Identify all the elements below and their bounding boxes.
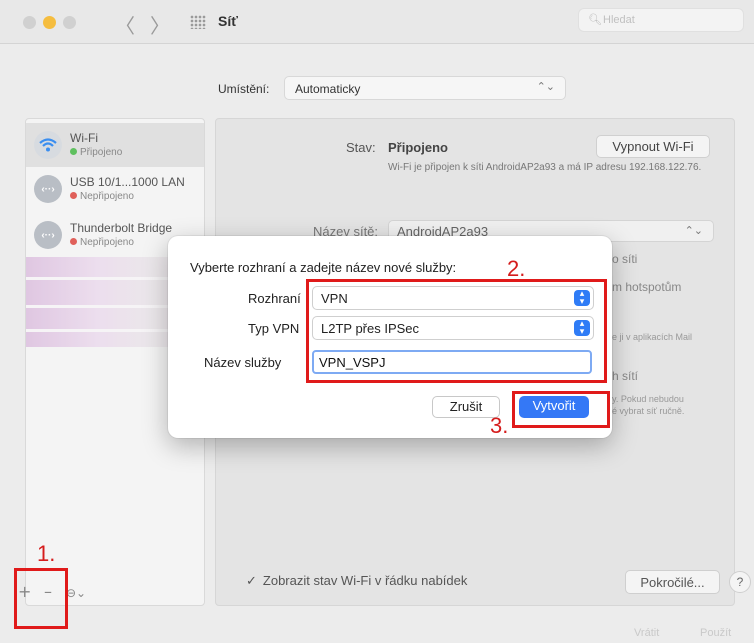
sidebar-item-wifi[interactable]: Wi-Fi Připojeno: [26, 123, 204, 167]
status-dot-icon: [70, 192, 77, 199]
side-text: h sítí: [612, 369, 639, 383]
search-input[interactable]: 🔍︎ Hledat: [578, 8, 744, 32]
sidebar-item-usb-lan[interactable]: ‹··› USB 10/1...1000 LAN Nepřipojeno: [26, 167, 204, 211]
checkmark-icon: ✓: [246, 574, 257, 589]
ethernet-icon: ‹··›: [34, 221, 62, 249]
side-text: é vybrat síť ručně.: [612, 406, 685, 416]
step-1-highlight: [14, 568, 68, 629]
status-label: Stav:: [346, 140, 376, 155]
side-text: y. Pokud nebudou: [612, 394, 684, 404]
show-all-grid-icon[interactable]: [190, 15, 206, 29]
close-window-button[interactable]: [23, 16, 36, 29]
side-text: m hotspotům: [612, 280, 682, 294]
sidebar-item-status: Připojeno: [70, 147, 122, 158]
search-placeholder: Hledat: [603, 14, 635, 26]
turn-off-wifi-button[interactable]: Vypnout Wi-Fi: [596, 135, 710, 158]
interface-label: Rozhraní: [248, 291, 301, 306]
window-title: Síť: [218, 13, 238, 29]
step-2-highlight: [306, 279, 607, 383]
step-1-annotation: 1.: [37, 541, 56, 566]
forward-button[interactable]: 〉: [150, 10, 170, 39]
service-name-label: Název služby: [204, 355, 282, 370]
chevron-updown-icon: ⌃⌄: [536, 81, 555, 93]
sidebar-item-label: USB 10/1...1000 LAN: [70, 175, 185, 189]
status-dot-icon: [70, 238, 77, 245]
side-text: o síti: [612, 252, 638, 266]
wifi-icon: [34, 131, 62, 159]
maximize-window-button[interactable]: [63, 16, 76, 29]
sidebar-item-status: Nepřipojeno: [70, 191, 134, 202]
step-3-annotation: 3.: [490, 413, 509, 438]
side-text: e ji v aplikacích Mail: [612, 332, 693, 342]
back-button[interactable]: 〈: [115, 10, 135, 39]
show-wifi-status-label: Zobrazit stav Wi-Fi v řádku nabídek: [262, 573, 468, 588]
revert-button[interactable]: Vrátit: [634, 627, 659, 639]
step-3-highlight: [512, 391, 610, 428]
advanced-button[interactable]: Pokročilé...: [625, 570, 720, 594]
title-bar: 〈 〉 Síť 🔍︎ Hledat: [0, 0, 754, 44]
sidebar-item-label: Wi-Fi: [70, 131, 98, 145]
status-value: Připojeno: [388, 140, 448, 155]
location-value: Automaticky: [295, 82, 361, 96]
search-icon: 🔍︎: [588, 13, 602, 26]
help-button[interactable]: ?: [729, 571, 751, 593]
actions-menu-button[interactable]: ⊖⌄: [66, 586, 86, 608]
status-dot-icon: [70, 148, 77, 155]
sidebar-item-label: Thunderbolt Bridge: [70, 221, 173, 235]
dialog-title: Vyberte rozhraní a zadejte název nové sl…: [190, 260, 457, 275]
location-select[interactable]: Automaticky ⌃⌄: [284, 76, 566, 100]
apply-button[interactable]: Použít: [700, 627, 731, 639]
chevron-updown-icon: ⌃⌄: [684, 225, 703, 237]
minimize-window-button[interactable]: [43, 16, 56, 29]
sidebar-item-status: Nepřipojeno: [70, 237, 134, 248]
ethernet-icon: ‹··›: [34, 175, 62, 203]
status-description: Wi-Fi je připojen k síti AndroidAP2a93 a…: [388, 162, 702, 173]
vpn-type-label: Typ VPN: [248, 321, 300, 336]
location-label: Umístění:: [218, 82, 270, 96]
show-wifi-status-checkbox[interactable]: ✓ Zobrazit stav Wi-Fi v řádku nabídek: [246, 573, 467, 589]
